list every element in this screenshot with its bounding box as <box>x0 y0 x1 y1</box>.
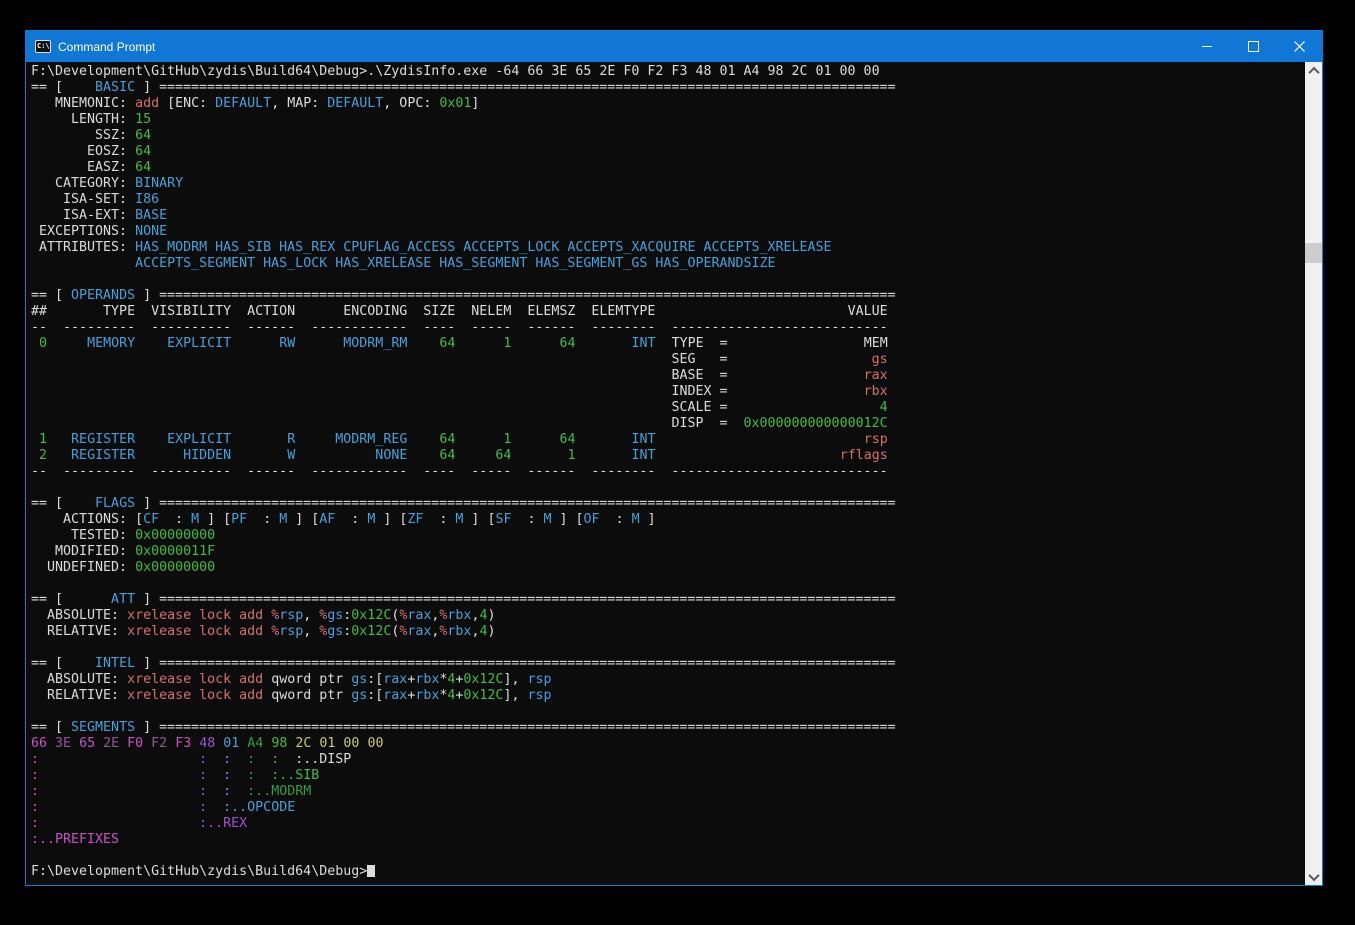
console-line: RELATIVE: xrelease lock add %rsp, %gs:0x… <box>31 624 1305 640</box>
cmd-icon: C:\ <box>35 40 51 53</box>
scrollbar-thumb[interactable] <box>1305 243 1322 263</box>
console-line: DISP = 0x000000000000012C <box>31 416 1305 432</box>
console-line: ACTIONS: [CF : M ] [PF : M ] [AF : M ] [… <box>31 512 1305 528</box>
console-line: RELATIVE: xrelease lock add qword ptr gs… <box>31 688 1305 704</box>
console-line: : :..REX <box>31 816 1305 832</box>
window-title: Command Prompt <box>58 40 155 54</box>
console-line: ABSOLUTE: xrelease lock add qword ptr gs… <box>31 672 1305 688</box>
console-line: TESTED: 0x00000000 <box>31 528 1305 544</box>
console-line: UNDEFINED: 0x00000000 <box>31 560 1305 576</box>
console-line: F:\Development\GitHub\zydis\Build64\Debu… <box>31 864 1305 880</box>
minimize-button[interactable] <box>1184 31 1230 62</box>
maximize-button[interactable] <box>1230 31 1276 62</box>
console-line: : : : : :..SIB <box>31 768 1305 784</box>
console-line: MODIFIED: 0x0000011F <box>31 544 1305 560</box>
console-line: == [ INTEL ] ===========================… <box>31 656 1305 672</box>
console-line: 1 REGISTER EXPLICIT R MODRM_REG 64 1 64 … <box>31 432 1305 448</box>
console-line: CATEGORY: BINARY <box>31 176 1305 192</box>
console-line: ## TYPE VISIBILITY ACTION ENCODING SIZE … <box>31 304 1305 320</box>
scrollbar[interactable] <box>1305 62 1322 885</box>
console-line: F:\Development\GitHub\zydis\Build64\Debu… <box>31 64 1305 80</box>
console-line: LENGTH: 15 <box>31 112 1305 128</box>
scroll-down-button[interactable] <box>1305 868 1322 885</box>
maximize-icon <box>1248 41 1259 52</box>
text-cursor <box>367 865 375 877</box>
console-line: SSZ: 64 <box>31 128 1305 144</box>
console-line: == [ OPERANDS ] ========================… <box>31 288 1305 304</box>
chevron-down-icon <box>1308 869 1319 880</box>
console-line: :..PREFIXES <box>31 832 1305 848</box>
console-line: BASE = rax <box>31 368 1305 384</box>
console-line: ATTRIBUTES: HAS_MODRM HAS_SIB HAS_REX CP… <box>31 240 1305 256</box>
console-line: ISA-EXT: BASE <box>31 208 1305 224</box>
title-bar[interactable]: C:\ Command Prompt <box>26 31 1322 62</box>
console-line: MNEMONIC: add [ENC: DEFAULT, MAP: DEFAUL… <box>31 96 1305 112</box>
console-line: INDEX = rbx <box>31 384 1305 400</box>
console-line: EXCEPTIONS: NONE <box>31 224 1305 240</box>
command-prompt-window: C:\ Command Prompt F:\Developm <box>25 30 1323 886</box>
close-icon <box>1294 41 1305 52</box>
console-line <box>31 704 1305 720</box>
console-line: EASZ: 64 <box>31 160 1305 176</box>
console-line: ISA-SET: I86 <box>31 192 1305 208</box>
console-line: EOSZ: 64 <box>31 144 1305 160</box>
console-line: == [ FLAGS ] ===========================… <box>31 496 1305 512</box>
console-line: == [ ATT ] =============================… <box>31 592 1305 608</box>
console-line: : : : :..MODRM <box>31 784 1305 800</box>
console-line: -- --------- ---------- ------ ---------… <box>31 320 1305 336</box>
console-line: : : : : : :..DISP <box>31 752 1305 768</box>
scrollbar-track[interactable] <box>1305 79 1322 868</box>
console-line: SEG = gs <box>31 352 1305 368</box>
title-bar-left: C:\ Command Prompt <box>26 40 1184 54</box>
console-line: ACCEPTS_SEGMENT HAS_LOCK HAS_XRELEASE HA… <box>31 256 1305 272</box>
console-line <box>31 848 1305 864</box>
desktop: C:\ Command Prompt F:\Developm <box>0 0 1355 925</box>
close-button[interactable] <box>1276 31 1322 62</box>
console-line: == [ SEGMENTS ] ========================… <box>31 720 1305 736</box>
console-line: 66 3E 65 2E F0 F2 F3 48 01 A4 98 2C 01 0… <box>31 736 1305 752</box>
console-line: == [ BASIC ] ===========================… <box>31 80 1305 96</box>
console-line: 0 MEMORY EXPLICIT RW MODRM_RM 64 1 64 IN… <box>31 336 1305 352</box>
console-output[interactable]: F:\Development\GitHub\zydis\Build64\Debu… <box>26 62 1305 885</box>
console-line: ABSOLUTE: xrelease lock add %rsp, %gs:0x… <box>31 608 1305 624</box>
console-line: : : :..OPCODE <box>31 800 1305 816</box>
console-line: 2 REGISTER HIDDEN W NONE 64 64 1 INT rfl… <box>31 448 1305 464</box>
console-line: -- --------- ---------- ------ ---------… <box>31 464 1305 480</box>
chevron-up-icon <box>1308 66 1319 77</box>
window-controls <box>1184 31 1322 62</box>
console-line <box>31 480 1305 496</box>
console-area: F:\Development\GitHub\zydis\Build64\Debu… <box>26 62 1322 885</box>
console-line <box>31 640 1305 656</box>
minimize-icon <box>1202 46 1212 47</box>
console-line <box>31 576 1305 592</box>
scroll-up-button[interactable] <box>1305 62 1322 79</box>
console-line: SCALE = 4 <box>31 400 1305 416</box>
console-line <box>31 272 1305 288</box>
